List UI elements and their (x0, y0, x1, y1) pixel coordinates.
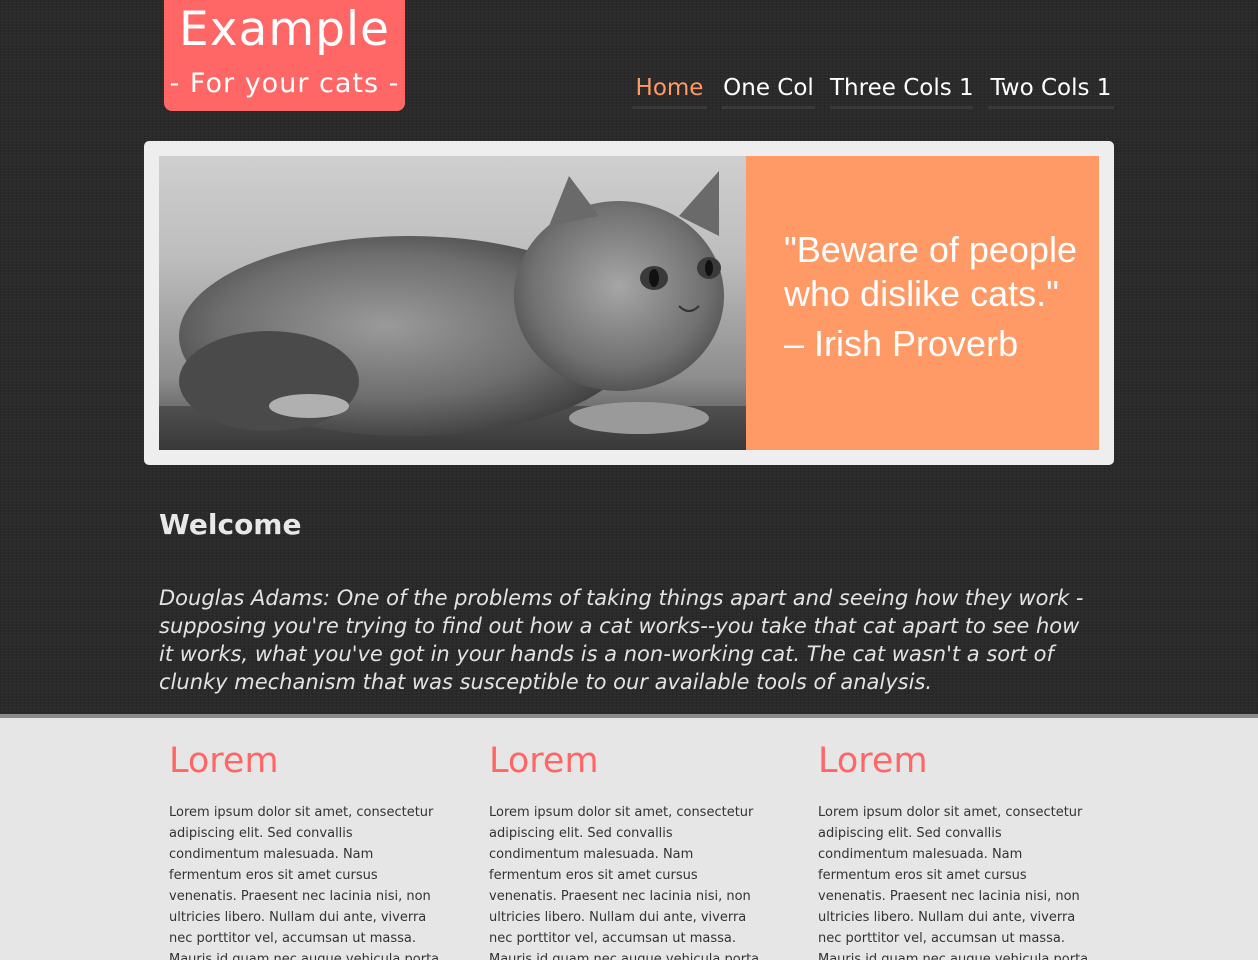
column-1: Lorem Lorem ipsum dolor sit amet, consec… (169, 738, 444, 960)
site-logo[interactable]: Example - For your cats - (164, 0, 405, 111)
column-2: Lorem Lorem ipsum dolor sit amet, consec… (489, 738, 764, 960)
nav-item-two-cols-1[interactable]: Two Cols 1 (988, 70, 1114, 109)
nav-item-home[interactable]: Home (632, 70, 707, 109)
column-heading: Lorem (818, 741, 928, 781)
intro-quote: Douglas Adams: One of the problems of ta… (159, 586, 1084, 694)
section-divider (0, 714, 1258, 718)
quote-panel: "Beware of people who dislike cats." – I… (746, 156, 1099, 450)
column-3: Lorem Lorem ipsum dolor sit amet, consec… (818, 738, 1093, 960)
column-text: Lorem ipsum dolor sit amet, consectetur … (169, 805, 440, 960)
banner-quote-text: "Beware of people who dislike cats." (784, 229, 1077, 314)
cat-photo (159, 156, 746, 450)
cat-illustration-icon (159, 171, 746, 450)
logo-subtitle: - For your cats - (169, 68, 400, 99)
logo-title: Example (179, 2, 390, 57)
column-text: Lorem ipsum dolor sit amet, consectetur … (489, 805, 760, 960)
hero-banner: "Beware of people who dislike cats." – I… (144, 141, 1114, 465)
welcome-heading: Welcome (159, 508, 302, 541)
banner-quote-attribution: – Irish Proverb (784, 323, 1019, 364)
nav-item-three-cols-1[interactable]: Three Cols 1 (830, 70, 974, 109)
nav-item-one-col[interactable]: One Col (722, 70, 815, 109)
column-heading: Lorem (489, 741, 599, 781)
column-heading: Lorem (169, 741, 279, 781)
column-text: Lorem ipsum dolor sit amet, consectetur … (818, 805, 1089, 960)
